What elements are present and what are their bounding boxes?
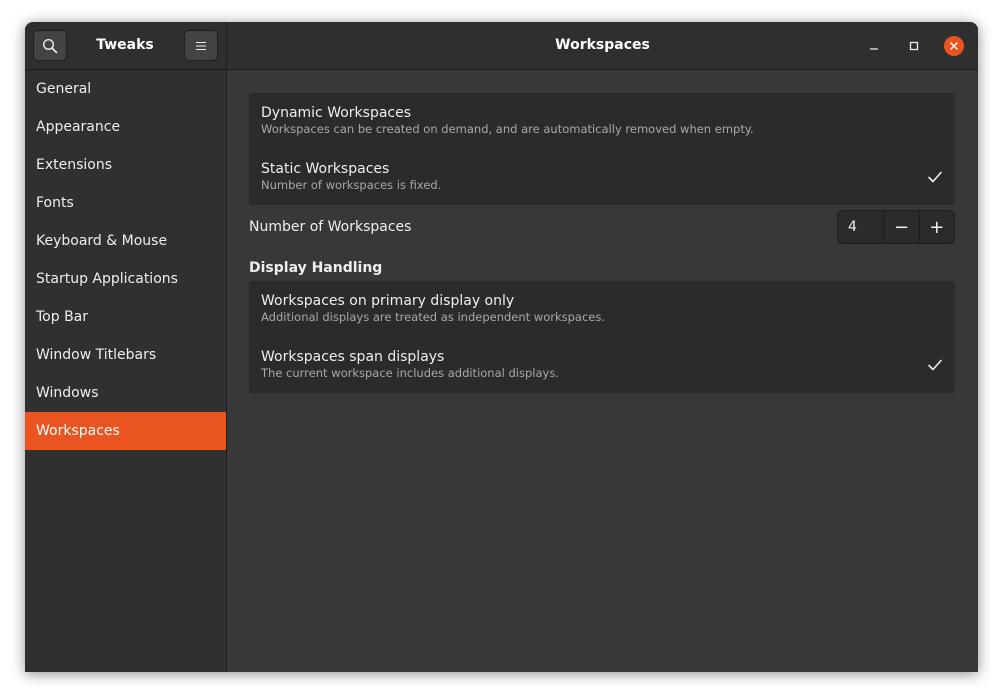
workspace-count-input[interactable]: 4: [838, 211, 885, 243]
header-bar: Tweaks Workspaces: [25, 22, 978, 70]
maximize-button[interactable]: [904, 36, 924, 56]
sidebar-item-extensions[interactable]: Extensions: [25, 146, 226, 184]
span-displays-option[interactable]: Workspaces span displays The current wor…: [249, 337, 955, 393]
increment-button[interactable]: +: [920, 211, 954, 243]
option-title: Workspaces span displays: [261, 349, 445, 365]
option-subtitle: Number of workspaces is fixed.: [261, 178, 442, 192]
primary-display-only-option[interactable]: Workspaces on primary display only Addit…: [249, 281, 955, 337]
workspaces-panel: Dynamic Workspaces Workspaces can be cre…: [227, 70, 978, 672]
decrement-button[interactable]: −: [884, 211, 920, 243]
option-title: Dynamic Workspaces: [261, 105, 412, 121]
display-handling-group: Workspaces on primary display only Addit…: [249, 281, 955, 393]
sidebar-item-windows[interactable]: Windows: [25, 374, 226, 412]
sidebar-item-fonts[interactable]: Fonts: [25, 184, 226, 222]
option-subtitle: Additional displays are treated as indep…: [261, 310, 606, 324]
option-title: Workspaces on primary display only: [261, 293, 515, 309]
maximize-icon: [909, 41, 919, 51]
hamburger-menu-icon: [196, 41, 206, 50]
sidebar-item-workspaces[interactable]: Workspaces: [25, 412, 226, 450]
number-of-workspaces-label: Number of Workspaces: [249, 219, 412, 235]
sidebar-item-window-titlebars[interactable]: Window Titlebars: [25, 336, 226, 374]
sidebar-item-appearance[interactable]: Appearance: [25, 108, 226, 146]
minus-icon: −: [893, 216, 910, 238]
search-icon: [42, 38, 58, 53]
tweaks-window: Tweaks Workspaces General Appearance Ext…: [25, 22, 978, 672]
option-title: Static Workspaces: [261, 161, 390, 177]
minimize-icon: [870, 48, 878, 50]
sidebar-item-top-bar[interactable]: Top Bar: [25, 298, 226, 336]
plus-icon: +: [929, 216, 945, 238]
dynamic-workspaces-option[interactable]: Dynamic Workspaces Workspaces can be cre…: [249, 93, 955, 149]
close-icon: [950, 42, 958, 50]
search-button[interactable]: [33, 30, 67, 61]
sidebar-item-keyboard-mouse[interactable]: Keyboard & Mouse: [25, 222, 226, 260]
sidebar-header: Tweaks: [25, 22, 227, 69]
option-subtitle: Workspaces can be created on demand, and…: [261, 122, 754, 136]
sidebar-item-startup-applications[interactable]: Startup Applications: [25, 260, 226, 298]
close-button[interactable]: [944, 36, 964, 56]
static-workspaces-option[interactable]: Static Workspaces Number of workspaces i…: [249, 149, 955, 205]
minimize-button[interactable]: [864, 36, 884, 56]
option-subtitle: The current workspace includes additiona…: [261, 366, 559, 380]
checkmark-icon: [928, 359, 942, 371]
workspace-count-spinner: 4 − +: [837, 210, 955, 244]
workspace-mode-group: Dynamic Workspaces Workspaces can be cre…: [249, 93, 955, 205]
checkmark-icon: [928, 171, 942, 183]
display-handling-heading: Display Handling: [249, 260, 383, 276]
app-title: Tweaks: [96, 37, 154, 53]
sidebar-item-general[interactable]: General: [25, 70, 226, 108]
sidebar: General Appearance Extensions Fonts Keyb…: [25, 70, 227, 672]
menu-button[interactable]: [184, 30, 218, 61]
